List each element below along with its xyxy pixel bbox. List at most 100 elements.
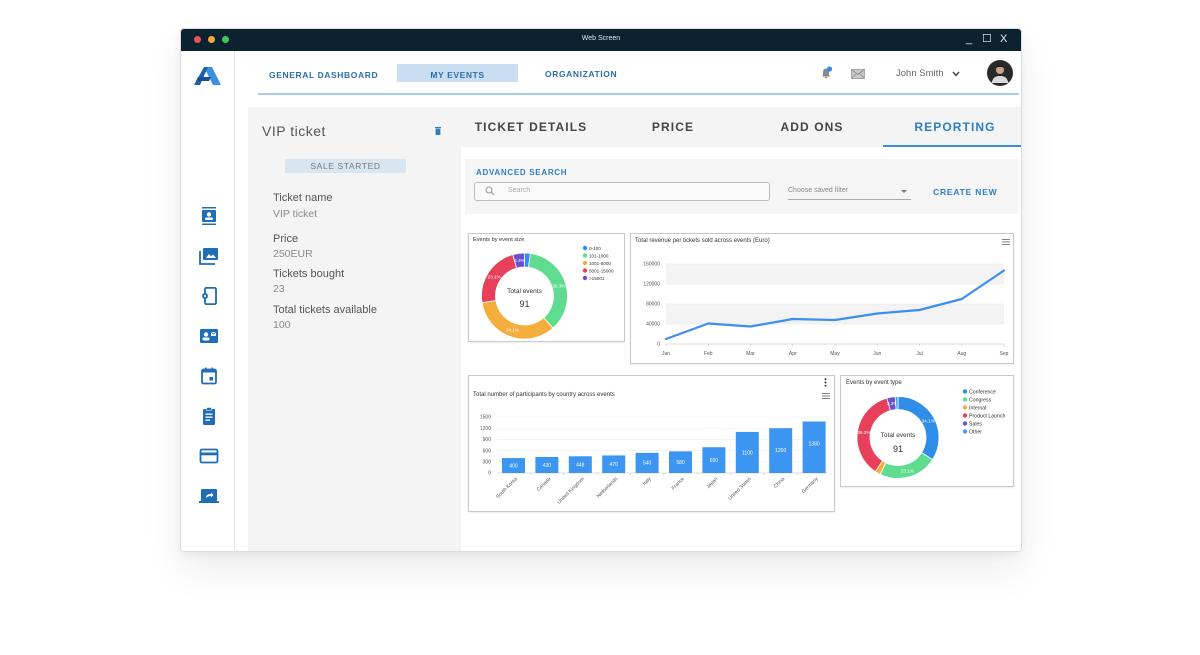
y-tick-label: 600 <box>483 448 492 454</box>
photo-library-icon[interactable] <box>199 247 219 265</box>
maximize-button[interactable]: ☐ <box>982 32 992 46</box>
bar-value-label: 1200 <box>775 448 786 454</box>
id-card-icon[interactable] <box>199 327 219 345</box>
x-tick-label: United Kingdom <box>556 476 585 505</box>
legend-marker-internal <box>962 405 968 410</box>
x-tick-label: United States <box>727 476 753 502</box>
laptop-share-icon[interactable] <box>199 487 219 505</box>
legend-label: 0-100 <box>589 246 601 251</box>
events-by-type-card: Events by event type 34.1% Conference 23.1… <box>840 375 1014 487</box>
legend-marker-sales <box>962 421 968 426</box>
x-tick-label: Jul <box>916 351 922 357</box>
y-tick-label: 1200 <box>480 426 491 432</box>
minimize-button[interactable]: _ <box>966 32 972 46</box>
y-tick-label: 160000 <box>643 262 660 268</box>
tab-add-ons[interactable]: ADD ONS <box>742 120 882 134</box>
nav-organization[interactable]: ORGANIZATION <box>545 69 617 79</box>
x-tick-label: Feb <box>704 351 713 357</box>
bar-value-label: 470 <box>610 462 619 468</box>
x-tick-label: Canada <box>536 476 553 493</box>
revenue-line-card: Total revenue per tickets sold across ev… <box>630 233 1014 364</box>
slice-label: 36.3% <box>552 283 565 288</box>
tab-price[interactable]: PRICE <box>603 120 743 134</box>
nav-general-dashboard[interactable]: GENERAL DASHBOARD <box>269 70 378 80</box>
mail-icon[interactable] <box>851 69 865 79</box>
donut-slice-congress <box>879 452 934 479</box>
x-tick-label: Apr <box>789 351 797 357</box>
field-label-ticket-name: Ticket name <box>273 192 333 204</box>
legend-marker-0-100 <box>582 245 588 251</box>
chevron-down-icon[interactable] <box>952 71 960 77</box>
search-placeholder: Search <box>508 187 531 194</box>
slice-label: 34.1% <box>506 328 519 333</box>
legend-label: Conference <box>969 389 996 395</box>
x-tick-label: Sep <box>1000 351 1009 357</box>
app-logo[interactable] <box>194 67 222 85</box>
window-title: Web Screen <box>581 35 621 42</box>
slice-label: 36.3% <box>857 430 870 435</box>
field-label-tickets-bought: Tickets bought <box>273 268 345 280</box>
bar-value-label: 540 <box>643 461 652 467</box>
revenue-line-chart: 0 40000 80000 120000 160000 Jan Feb Mar Apr May Ju… <box>643 262 1009 357</box>
sidebar <box>181 51 235 551</box>
legend-label: Product Launch <box>969 413 1005 419</box>
slice-label: 23.1% <box>901 468 914 473</box>
legend-label: 101-1000 <box>589 253 609 258</box>
donut-slice-conference <box>897 396 940 461</box>
y-tick-label: 0 <box>488 471 491 477</box>
donut-center-value: 91 <box>893 444 903 454</box>
x-tick-label: France <box>671 476 686 491</box>
credit-card-icon[interactable] <box>199 447 219 465</box>
reporting-content: ADVANCED SEARCH Search Choose saved filt… <box>461 147 1021 551</box>
search-input[interactable]: Search <box>474 182 770 201</box>
saved-filter-dropdown[interactable]: Choose saved filter <box>788 185 911 200</box>
bar-value-label: 1380 <box>809 441 820 447</box>
x-tick-label: Jan <box>662 351 670 357</box>
field-value-total-tickets: 100 <box>273 319 291 331</box>
device-settings-icon[interactable] <box>199 287 219 305</box>
nav-my-events[interactable]: MY EVENTS <box>397 70 518 80</box>
search-icon <box>485 186 495 196</box>
close-button[interactable]: X <box>1000 32 1007 46</box>
advanced-search-heading: ADVANCED SEARCH <box>476 168 568 177</box>
legend-marker-5001-15000 <box>582 268 588 273</box>
legend-label: >15001 <box>589 276 605 281</box>
clipboard-icon[interactable] <box>199 407 219 425</box>
bar-value-label: 690 <box>710 458 719 464</box>
user-name[interactable]: John Smith <box>896 68 944 79</box>
donut-slice-1001-5000 <box>481 300 554 340</box>
x-tick-label: May <box>830 351 840 357</box>
x-tick-label: Aug <box>957 351 966 357</box>
calendar-icon[interactable] <box>199 367 219 385</box>
tab-ticket-details[interactable]: TICKET DETAILS <box>461 120 601 134</box>
bell-icon[interactable] <box>821 66 833 79</box>
bar-value-label: 400 <box>509 463 518 469</box>
donut-center-label: Total events <box>507 288 542 295</box>
events-by-type-chart: 34.1% Conference 23.1% Congress Internal 36.3… <box>856 389 1005 479</box>
avatar[interactable] <box>987 60 1013 86</box>
x-tick-label: China <box>773 476 787 490</box>
y-tick-label: 300 <box>483 460 492 466</box>
field-value-price: 250EUR <box>273 248 313 260</box>
tab-reporting[interactable]: REPORTING <box>885 120 1021 134</box>
y-tick-label: 900 <box>483 437 492 443</box>
donut-center-value: 91 <box>519 299 529 309</box>
x-tick-label: Germany <box>801 476 820 495</box>
legend-marker-conference <box>962 389 968 394</box>
x-tick-label: Jun <box>873 351 881 357</box>
legend-label: 5001-15000 <box>589 268 614 273</box>
legend-marker-other <box>962 429 968 434</box>
legend-marker-101-1000 <box>582 253 588 258</box>
saved-filter-placeholder: Choose saved filter <box>788 187 848 194</box>
trash-icon[interactable] <box>435 127 441 135</box>
y-tick-label: 0 <box>657 342 660 348</box>
contact-badge-icon[interactable] <box>199 207 219 225</box>
x-tick-label: South Korea <box>495 476 519 500</box>
bar-value-label: 580 <box>676 460 685 466</box>
ticket-summary-panel: VIP ticket SALE STARTED Ticket name VIP … <box>248 107 461 551</box>
nav-divider <box>258 93 1019 95</box>
y-tick-label: 120000 <box>643 282 660 288</box>
bar-value-label: 448 <box>576 462 585 468</box>
legend-label: Congress <box>969 397 992 403</box>
create-new-button[interactable]: CREATE NEW <box>933 187 998 197</box>
